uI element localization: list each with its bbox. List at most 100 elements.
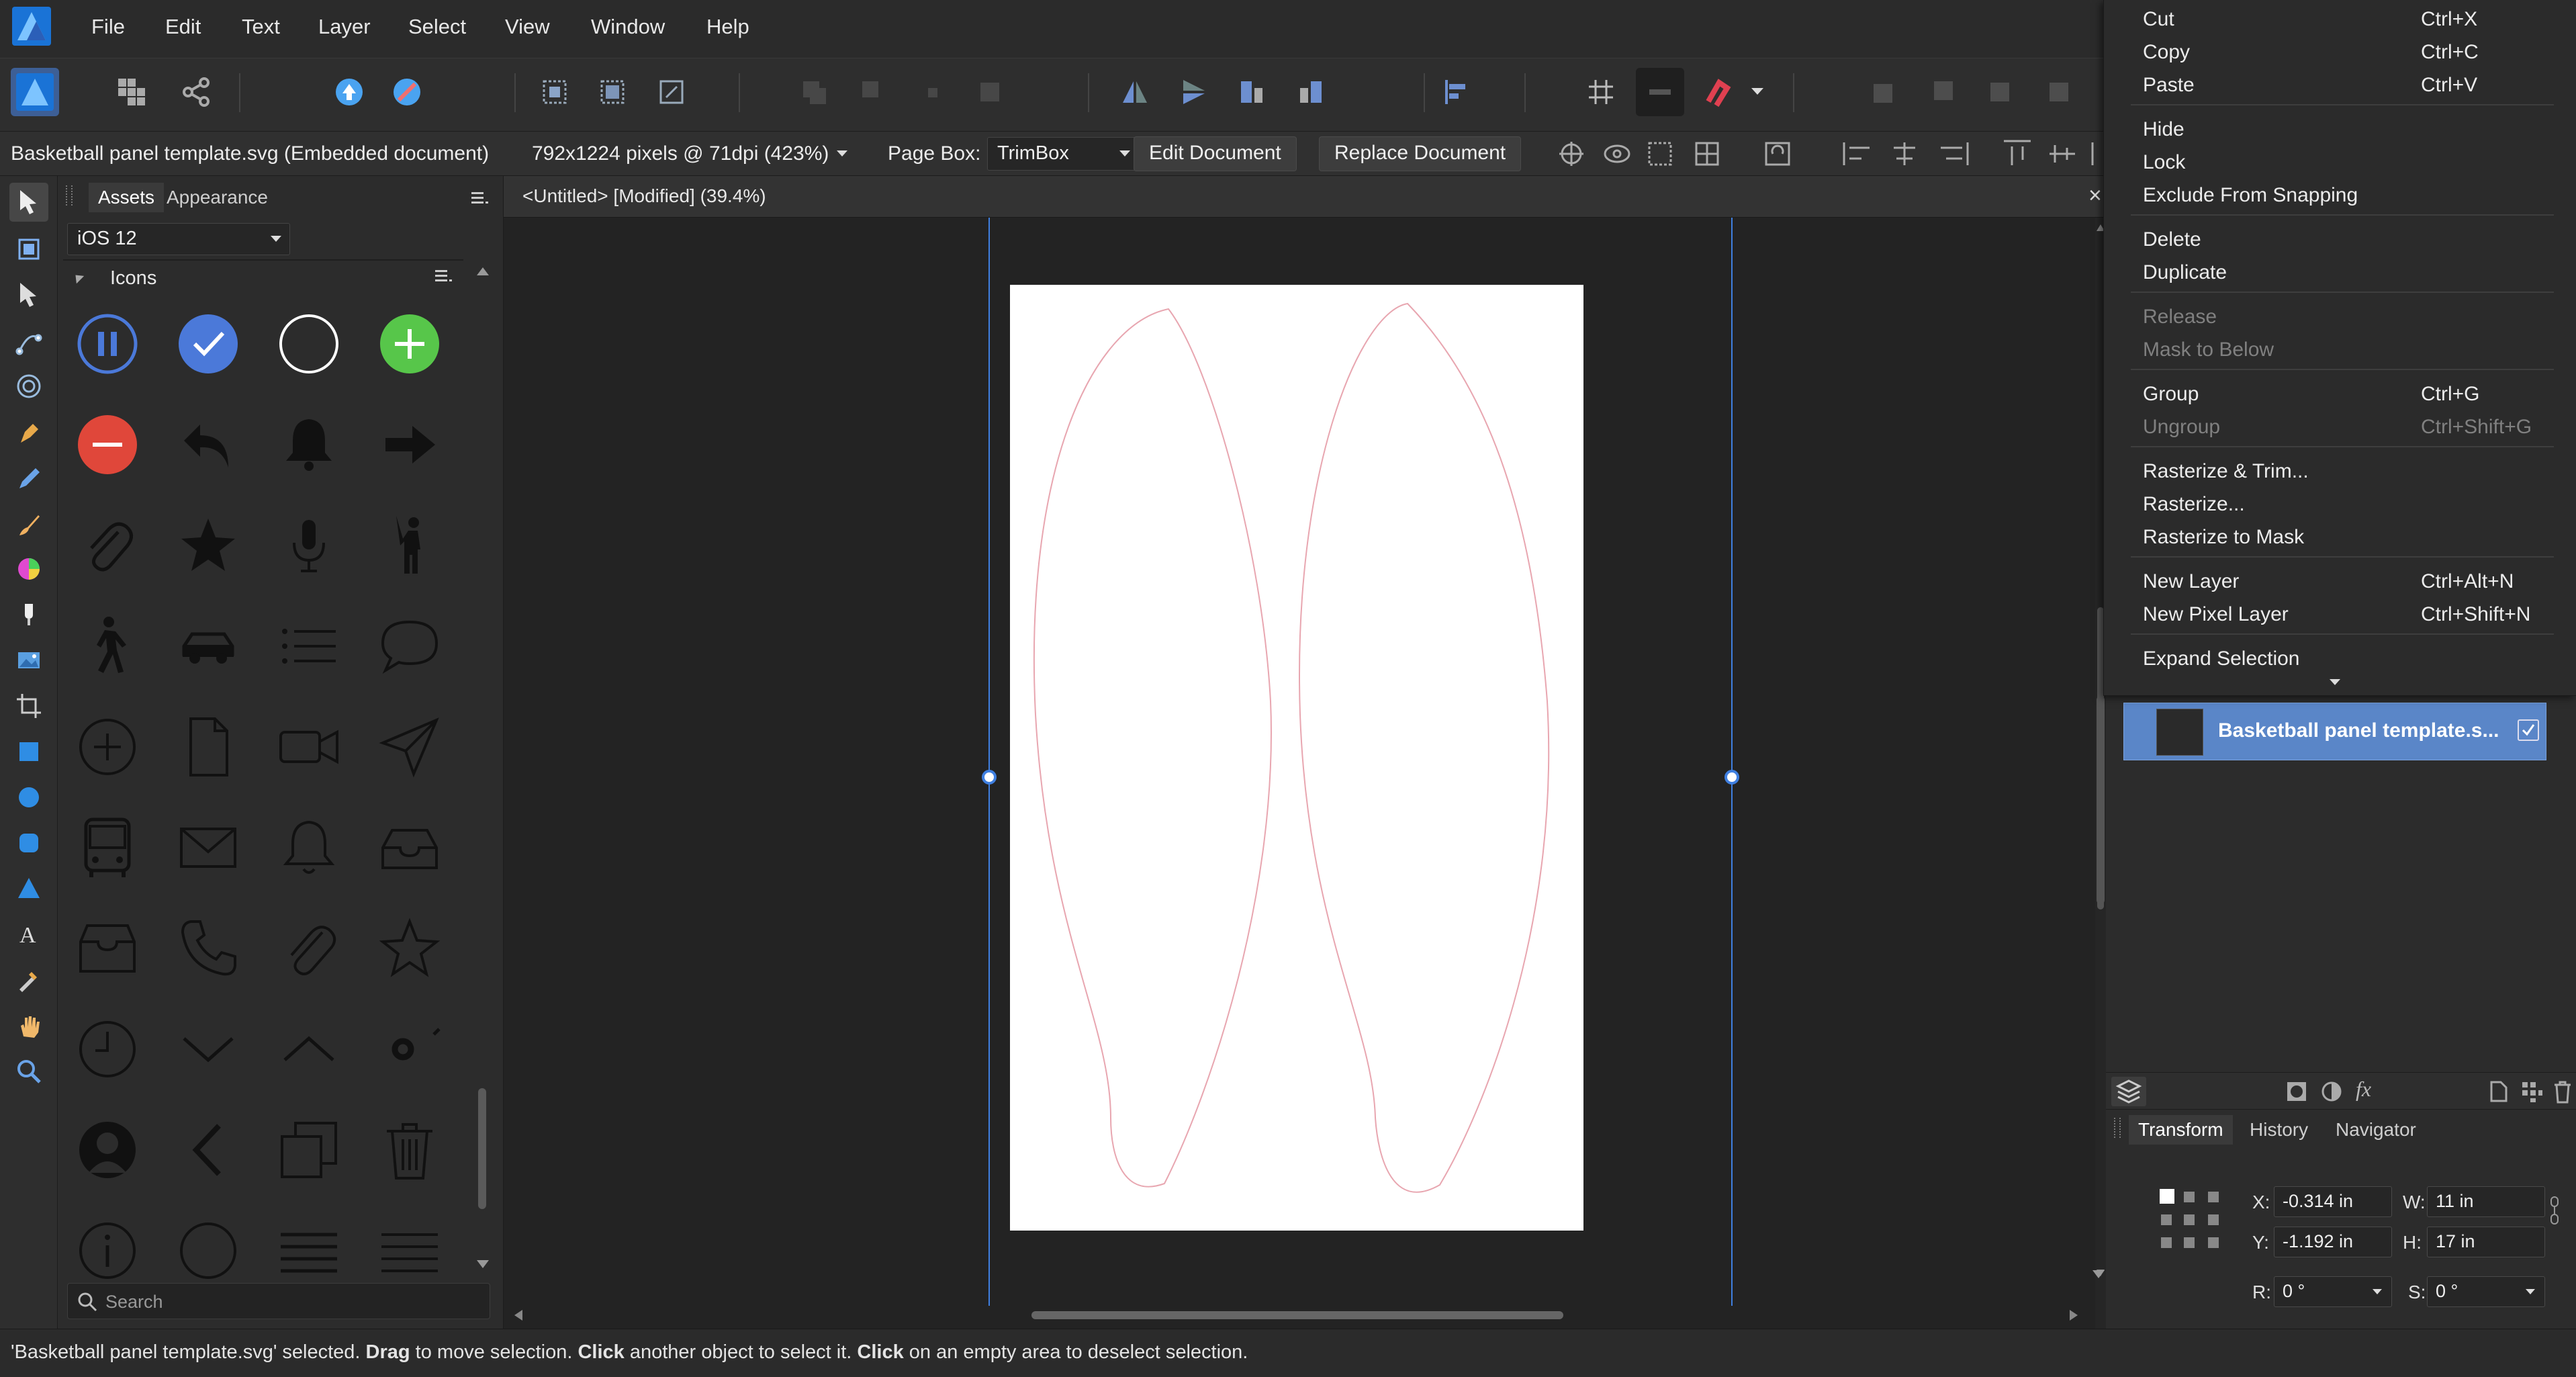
phone-icon[interactable] (168, 908, 248, 989)
pen-tool-icon[interactable] (9, 414, 48, 453)
asset-category-select[interactable]: iOS 12 (67, 223, 290, 255)
archive-tray-icon[interactable] (67, 908, 148, 989)
flip-vertical-icon[interactable] (1170, 68, 1218, 116)
boolean-add-icon[interactable] (790, 68, 838, 116)
menu-item-new-pixel-layer[interactable]: New Pixel Layer Ctrl+Shift+N (2104, 603, 2576, 635)
rounded-rectangle-tool-icon[interactable] (9, 824, 48, 862)
magnet-snapping-icon[interactable] (1694, 68, 1742, 116)
anchor-point-selector[interactable] (2157, 1186, 2224, 1253)
crop-tool-icon[interactable] (9, 686, 48, 725)
export-persona-icon[interactable] (172, 68, 220, 116)
bus-icon[interactable] (67, 807, 148, 888)
layers-panel-icon[interactable] (2111, 1077, 2146, 1106)
node-tool-icon[interactable] (9, 275, 48, 314)
tab-history[interactable]: History (2240, 1115, 2317, 1145)
x-field[interactable]: -0.314 in (2274, 1186, 2392, 1217)
pause-circle-icon[interactable] (67, 304, 148, 384)
tab-navigator[interactable]: Navigator (2326, 1115, 2426, 1145)
shear-field[interactable]: 0 ° (2427, 1276, 2545, 1307)
layer-row-selected[interactable]: Basketball panel template.s... (2123, 703, 2546, 760)
menu-scroll-down-icon[interactable] (2330, 679, 2340, 685)
point-transform-tool-icon[interactable] (9, 322, 48, 361)
chevron-left-icon[interactable] (168, 1110, 248, 1190)
adjustment-layer-icon[interactable] (2319, 1079, 2344, 1104)
replace-document-button[interactable]: Replace Document (1319, 136, 1522, 171)
trash-icon[interactable] (369, 1110, 450, 1190)
place-image-tool-icon[interactable] (9, 641, 48, 680)
boolean-xor-icon[interactable] (966, 68, 1014, 116)
menu-item-rasterize[interactable]: Rasterize... (2104, 493, 2576, 525)
page-box-select[interactable]: TrimBox (987, 137, 1139, 171)
transparency-tool-icon[interactable] (9, 595, 48, 634)
menu-select[interactable]: Select (408, 15, 466, 39)
panel-menu-icon[interactable] (471, 192, 489, 206)
rotation-field[interactable]: 0 ° (2274, 1276, 2392, 1307)
menu-item-expand-selection[interactable]: Expand Selection (2104, 648, 2576, 680)
collapse-section-icon[interactable] (71, 271, 85, 284)
selection-handle-left[interactable] (982, 770, 997, 785)
minus-circle-icon[interactable] (67, 404, 148, 485)
send-plane-icon[interactable] (369, 707, 450, 787)
menu-item-paste[interactable]: Paste Ctrl+V (2104, 74, 2576, 106)
pencil-tool-icon[interactable] (9, 459, 48, 498)
artistic-text-tool-icon[interactable]: A (9, 915, 48, 954)
menu-file[interactable]: File (91, 15, 125, 39)
menu-item-cut[interactable]: Cut Ctrl+X (2104, 8, 2576, 40)
add-pixel-layer-icon[interactable] (2520, 1079, 2544, 1104)
canvas-horizontal-scrollbar[interactable] (504, 1306, 2095, 1325)
document-tab-title[interactable]: <Untitled> [Modified] (39.4%) (522, 185, 766, 207)
snapping-dropdown-icon[interactable] (1751, 88, 1763, 95)
move-tool-icon[interactable] (9, 183, 48, 222)
menu-item-lock[interactable]: Lock (2104, 151, 2576, 183)
y-field[interactable]: -1.192 in (2274, 1227, 2392, 1257)
loading-spinner-icon[interactable] (369, 1009, 450, 1090)
menu-edit[interactable]: Edit (165, 15, 201, 39)
close-document-icon[interactable]: × (2088, 183, 2102, 209)
star-outline-icon[interactable] (369, 908, 450, 989)
vector-brush-tool-icon[interactable] (9, 505, 48, 544)
color-picker-tool-icon[interactable] (9, 961, 48, 1000)
rectangle-tool-icon[interactable] (9, 732, 48, 771)
empty-circle-icon[interactable] (269, 304, 349, 384)
paperclip-outline-icon[interactable] (269, 908, 349, 989)
insert-front-icon[interactable] (1918, 68, 1966, 116)
document-icon[interactable] (168, 707, 248, 787)
snapping-grid-icon[interactable] (1577, 68, 1625, 116)
section-menu-icon[interactable] (435, 270, 453, 283)
boolean-intersect-icon[interactable] (908, 68, 956, 116)
speech-bubble-icon[interactable] (369, 606, 450, 686)
chevron-down-icon[interactable] (168, 1009, 248, 1090)
add-circle-icon[interactable] (369, 304, 450, 384)
chevron-up-icon[interactable] (269, 1009, 349, 1090)
check-circle-icon[interactable] (168, 304, 248, 384)
menu-view[interactable]: View (505, 15, 550, 39)
circle-outline-icon[interactable] (168, 1210, 248, 1291)
menu-window[interactable]: Window (591, 15, 665, 39)
menu-item-delete[interactable]: Delete (2104, 228, 2576, 261)
person-silhouette-icon[interactable] (67, 1110, 148, 1190)
h-field[interactable]: 17 in (2427, 1227, 2545, 1257)
list-icon[interactable] (269, 606, 349, 686)
tab-transform[interactable]: Transform (2129, 1115, 2233, 1145)
tab-assets[interactable]: Assets (89, 183, 165, 212)
align-lines-icon[interactable] (269, 1210, 349, 1291)
person-waving-icon[interactable] (369, 505, 450, 586)
tab-appearance[interactable]: Appearance (157, 183, 277, 212)
layers-scroll-thumb[interactable] (2097, 696, 2105, 904)
menu-item-duplicate[interactable]: Duplicate (2104, 261, 2576, 294)
resolution-dropdown-arrow-icon[interactable] (837, 150, 847, 157)
menu-layer[interactable]: Layer (318, 15, 371, 39)
add-layer-icon[interactable] (2486, 1079, 2510, 1104)
layers-scrollbar[interactable] (2106, 696, 2111, 900)
transform-panel-grip-icon[interactable] (2114, 1118, 2121, 1138)
walking-person-icon[interactable] (67, 606, 148, 686)
affinity-designer-logo-icon[interactable] (12, 7, 51, 46)
paperclip-icon[interactable] (67, 505, 148, 586)
view-tool-icon[interactable] (9, 1006, 48, 1045)
bell-filled-icon[interactable] (269, 404, 349, 485)
transform-mode-icon[interactable] (647, 68, 696, 116)
ellipse-tool-icon[interactable] (9, 778, 48, 817)
menu-item-copy[interactable]: Copy Ctrl+C (2104, 41, 2576, 73)
select-snapping-icon[interactable] (531, 68, 579, 116)
menu-item-new-layer[interactable]: New Layer Ctrl+Alt+N (2104, 570, 2576, 603)
